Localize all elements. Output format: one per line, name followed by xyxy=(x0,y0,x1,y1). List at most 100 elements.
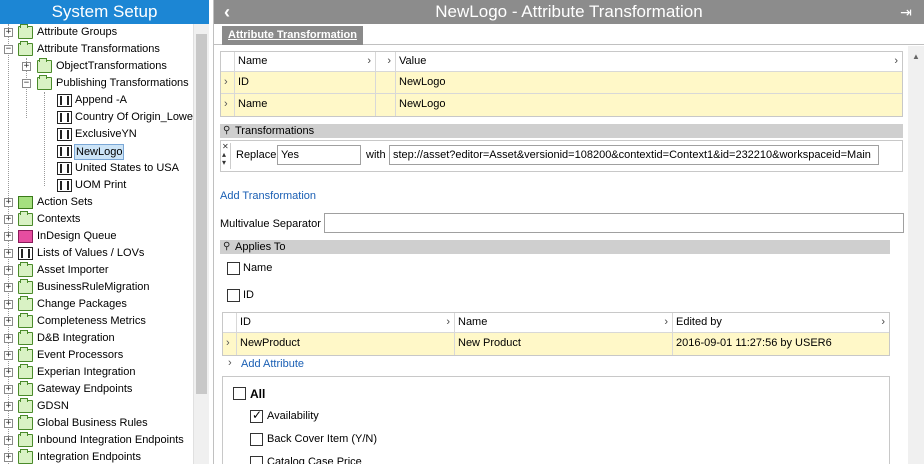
expand-icon[interactable]: + xyxy=(4,385,13,394)
transformations-section-header[interactable]: ⚲ Transformations xyxy=(220,124,903,138)
expand-icon[interactable]: + xyxy=(4,402,13,411)
tree-item-action-sets[interactable]: + Action Sets xyxy=(0,194,193,211)
column-header-name[interactable]: Name › xyxy=(235,52,376,71)
chevron-right-icon[interactable]: › xyxy=(228,357,232,369)
row-expander[interactable]: › xyxy=(223,333,237,355)
chevron-right-icon[interactable]: › xyxy=(367,52,371,71)
expand-icon[interactable]: + xyxy=(4,266,13,275)
tree-item-label: Action Sets xyxy=(37,196,93,208)
tree-item-experian-integration[interactable]: + Experian Integration xyxy=(0,364,193,381)
transformation-icon xyxy=(57,145,72,158)
pin-icon[interactable]: ⇥ xyxy=(896,4,916,20)
tab-attribute-transformation[interactable]: Attribute Transformation xyxy=(222,26,363,45)
all-checkbox[interactable] xyxy=(233,387,246,400)
tree-item-country-of-origin[interactable]: Country Of Origin_Lowe xyxy=(0,109,193,126)
expand-icon[interactable]: + xyxy=(4,232,13,241)
expand-icon[interactable]: + xyxy=(4,28,13,37)
expand-icon[interactable]: + xyxy=(4,198,13,207)
tree-item-change-packages[interactable]: + Change Packages xyxy=(0,296,193,313)
chevron-right-icon[interactable]: › xyxy=(387,52,391,71)
pin-icon[interactable]: ⚲ xyxy=(223,240,230,254)
chevron-right-icon[interactable]: › xyxy=(446,313,450,332)
row-expander[interactable]: › xyxy=(221,94,235,116)
row-controls[interactable]: ✕ ▴ ▾ xyxy=(222,143,231,169)
tree-item-gateway-endpoints[interactable]: + Gateway Endpoints xyxy=(0,381,193,398)
tree-item-asset-importer[interactable]: + Asset Importer xyxy=(0,262,193,279)
availability-checkbox[interactable] xyxy=(250,408,263,423)
chevron-right-icon[interactable]: › xyxy=(881,313,885,332)
tree-item-completeness-metrics[interactable]: + Completeness Metrics xyxy=(0,313,193,330)
chevron-right-icon[interactable]: › xyxy=(224,98,228,110)
tree-item-integration-endpoints[interactable]: + Integration Endpoints xyxy=(0,449,193,464)
tree-item-gdsn[interactable]: + GDSN xyxy=(0,398,193,415)
tree-item-newlogo[interactable]: NewLogo xyxy=(0,143,193,160)
editor-scrollbar[interactable]: ▲ xyxy=(908,46,924,464)
collapse-icon[interactable]: − xyxy=(4,45,13,54)
with-input[interactable]: step://asset?editor=Asset&versionid=1082… xyxy=(389,145,879,165)
chevron-right-icon[interactable]: › xyxy=(224,76,228,88)
column-header-id[interactable]: ID › xyxy=(237,313,455,332)
tree-item-lists-of-values[interactable]: + Lists of Values / LOVs xyxy=(0,245,193,262)
expand-icon[interactable]: + xyxy=(4,368,13,377)
chevron-right-icon[interactable]: › xyxy=(226,337,230,349)
tree-item-inbound-integration-endpoints[interactable]: + Inbound Integration Endpoints xyxy=(0,432,193,449)
tree-item-event-processors[interactable]: + Event Processors xyxy=(0,347,193,364)
expand-icon[interactable]: + xyxy=(4,453,13,462)
tree-item-label: Publishing Transformations xyxy=(56,77,189,89)
tree-item-global-business-rules[interactable]: + Global Business Rules xyxy=(0,415,193,432)
column-header-name[interactable]: Name › xyxy=(455,313,673,332)
expand-icon[interactable]: + xyxy=(4,249,13,258)
expand-icon[interactable]: + xyxy=(4,317,13,326)
expand-icon[interactable]: + xyxy=(4,300,13,309)
tree-item-uom-print[interactable]: UOM Print xyxy=(0,177,193,194)
expand-icon[interactable]: + xyxy=(4,334,13,343)
tree-scrollbar-thumb[interactable] xyxy=(196,34,207,394)
column-header-value[interactable]: Value › xyxy=(396,52,902,71)
expand-icon[interactable]: + xyxy=(22,62,31,71)
tree-item-attribute-transformations[interactable]: − Attribute Transformations xyxy=(0,41,193,58)
catalog-case-price-checkbox[interactable] xyxy=(250,456,263,464)
expand-icon[interactable]: + xyxy=(4,215,13,224)
multivalue-separator-input[interactable] xyxy=(324,213,904,233)
tree-item-indesign-queue[interactable]: + InDesign Queue xyxy=(0,228,193,245)
tree-item-dnb-integration[interactable]: + D&B Integration xyxy=(0,330,193,347)
tree-scrollbar[interactable] xyxy=(193,24,209,464)
expand-icon[interactable]: + xyxy=(4,436,13,445)
expand-icon[interactable]: + xyxy=(4,419,13,428)
tree-item-label: BusinessRuleMigration xyxy=(37,281,150,293)
row-expander[interactable]: › xyxy=(221,72,235,93)
applies-to-section-header[interactable]: ⚲ Applies To xyxy=(220,240,890,254)
replace-input[interactable]: Yes xyxy=(277,145,361,165)
add-transformation-link[interactable]: Add Transformation xyxy=(220,190,316,202)
attribute-id[interactable]: NewProduct xyxy=(237,333,455,355)
chevron-right-icon[interactable]: › xyxy=(894,52,898,71)
property-name: ID xyxy=(235,72,376,93)
tree-item-united-states-to-usa[interactable]: United States to USA xyxy=(0,160,193,177)
chevron-right-icon[interactable]: › xyxy=(664,313,668,332)
back-arrow-icon[interactable]: ‹ xyxy=(220,3,234,21)
scroll-up-icon[interactable]: ▲ xyxy=(912,52,920,61)
tree-item-append-a[interactable]: Append -A xyxy=(0,92,193,109)
name-checkbox[interactable] xyxy=(227,262,240,275)
expand-icon[interactable]: + xyxy=(4,283,13,292)
add-attribute-link[interactable]: Add Attribute xyxy=(241,358,304,370)
pin-icon[interactable]: ⚲ xyxy=(223,124,230,138)
id-checkbox[interactable] xyxy=(227,289,240,302)
property-value[interactable]: NewLogo xyxy=(396,72,902,93)
property-value[interactable]: NewLogo xyxy=(396,94,902,116)
tree-item-contexts[interactable]: + Contexts xyxy=(0,211,193,228)
column-header-edited-by[interactable]: Edited by › xyxy=(673,313,889,332)
expand-icon[interactable]: + xyxy=(4,351,13,360)
properties-row-name[interactable]: › Name NewLogo xyxy=(221,94,902,116)
applies-to-row[interactable]: › NewProduct New Product 2016-09-01 11:2… xyxy=(223,333,889,355)
properties-row-id[interactable]: › ID NewLogo xyxy=(221,72,902,94)
tree-item-attribute-groups[interactable]: + Attribute Groups xyxy=(0,24,193,41)
back-cover-item-checkbox[interactable] xyxy=(250,433,263,446)
expand-column-cell[interactable]: › xyxy=(376,52,396,71)
collapse-icon[interactable]: − xyxy=(22,79,31,88)
tree-item-business-rule-migration[interactable]: + BusinessRuleMigration xyxy=(0,279,193,296)
tree-item-object-transformations[interactable]: + ObjectTransformations xyxy=(0,58,193,75)
tree-item-publishing-transformations[interactable]: − Publishing Transformations xyxy=(0,75,193,92)
tree-item-exclusiveyn[interactable]: ExclusiveYN xyxy=(0,126,193,143)
move-down-icon[interactable]: ▾ xyxy=(222,158,226,167)
